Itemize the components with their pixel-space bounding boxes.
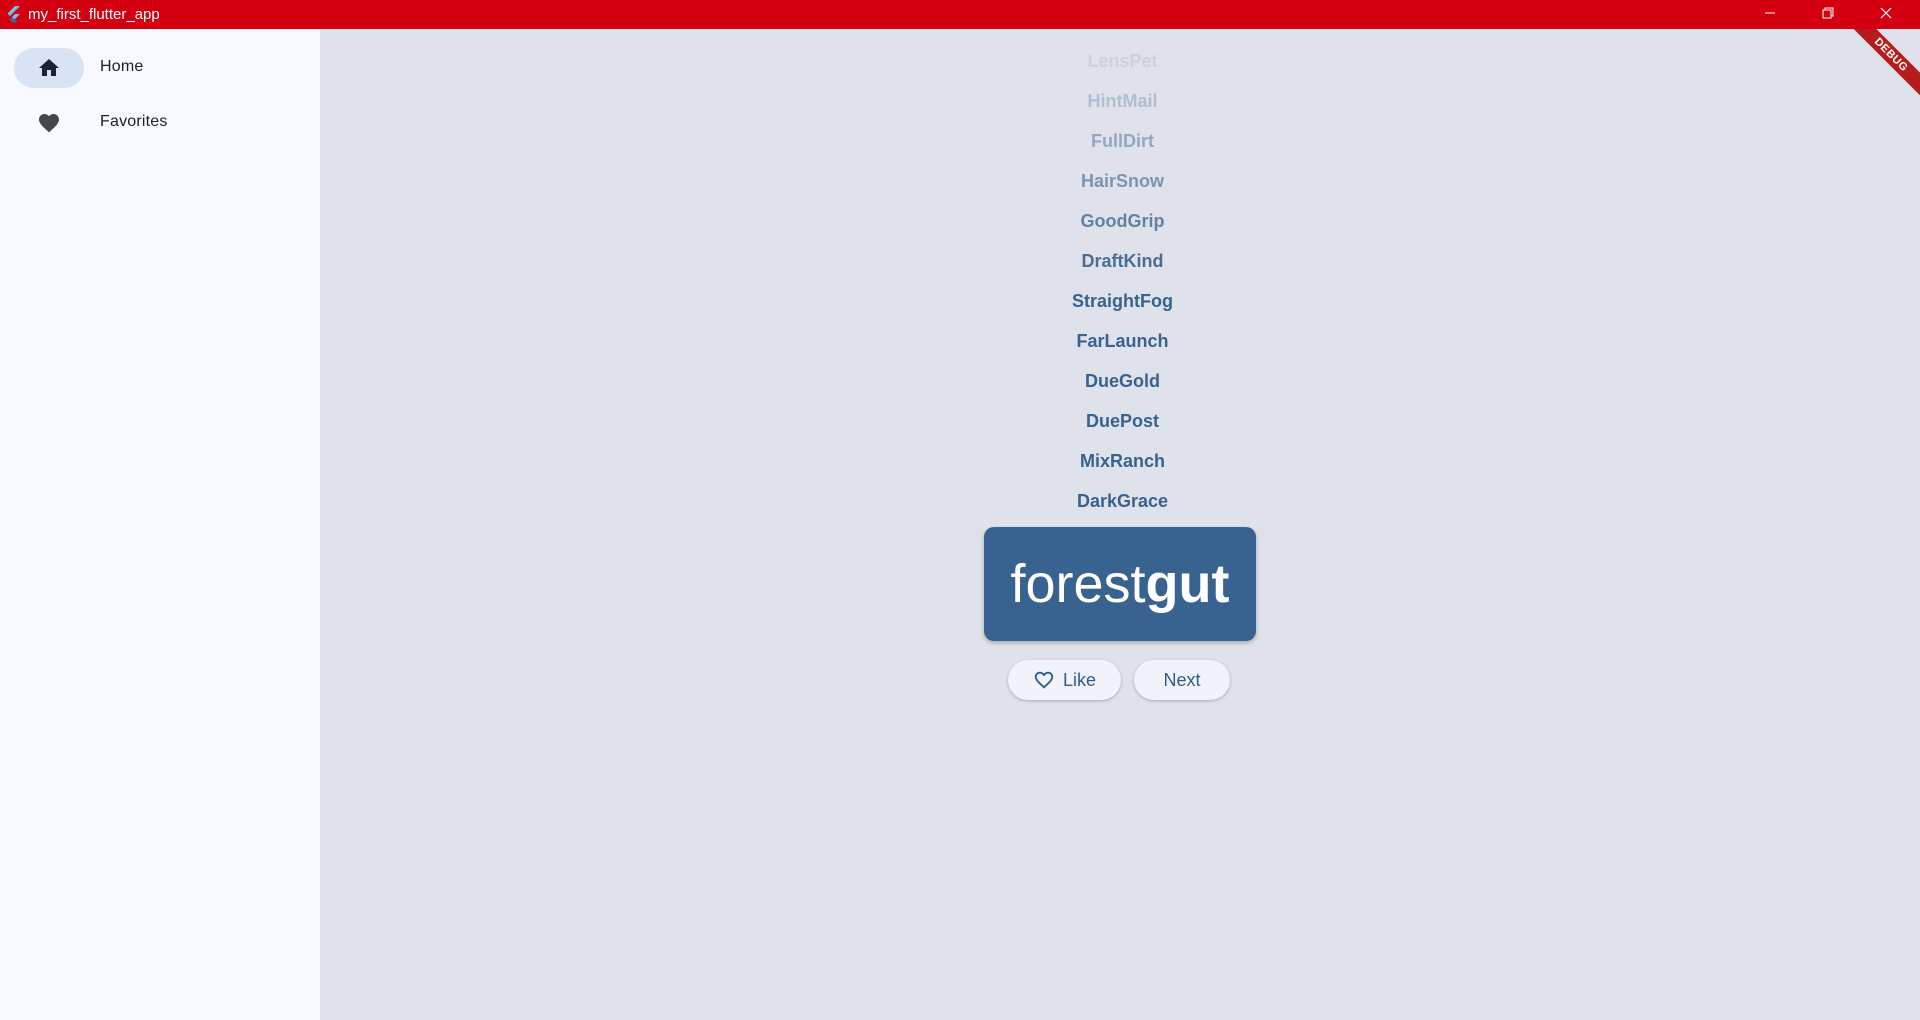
history-item[interactable]: DraftKind	[320, 241, 1920, 281]
sidebar-item-home[interactable]: Home	[0, 46, 320, 90]
generator-page: LensPet HintMail FullDirt HairSnow GoodG…	[320, 29, 1920, 1020]
title-bar: my_first_flutter_app	[0, 0, 1920, 29]
history-item[interactable]: LensPet	[320, 41, 1920, 81]
restore-button[interactable]	[1799, 0, 1857, 29]
minimize-icon	[1764, 6, 1776, 24]
heart-icon	[37, 111, 61, 135]
history-item[interactable]: MixRanch	[320, 441, 1920, 481]
history-item[interactable]: FarLaunch	[320, 321, 1920, 361]
history-item[interactable]: DarkGrace	[320, 481, 1920, 521]
history-item[interactable]: StraightFog	[320, 281, 1920, 321]
sidebar-item-favorites[interactable]: Favorites	[0, 101, 320, 145]
minimize-button[interactable]	[1741, 0, 1799, 29]
history-item[interactable]: DueGold	[320, 361, 1920, 401]
history-item[interactable]: FullDirt	[320, 121, 1920, 161]
like-label: Like	[1062, 669, 1097, 690]
debug-banner: DEBUG	[1840, 29, 1920, 109]
home-icon	[37, 56, 61, 80]
word-pair-card: forest gut	[984, 527, 1256, 641]
sidebar-item-label: Home	[100, 58, 144, 75]
history-item[interactable]: GoodGrip	[320, 201, 1920, 241]
navigation-rail: Home Favorites	[0, 29, 320, 1020]
flutter-logo-icon	[6, 6, 22, 24]
debug-ribbon-label: DEBUG	[1846, 29, 1920, 100]
heart-outline-icon	[1033, 669, 1055, 691]
close-button[interactable]	[1857, 0, 1915, 29]
history-item[interactable]: DuePost	[320, 401, 1920, 441]
history-item[interactable]: HairSnow	[320, 161, 1920, 201]
sidebar-item-label: Favorites	[100, 113, 168, 130]
restore-icon	[1822, 6, 1834, 24]
word-pair-second: gut	[1145, 554, 1230, 614]
window-title: my_first_flutter_app	[28, 6, 160, 23]
close-icon	[1880, 6, 1892, 24]
history-item[interactable]: HintMail	[320, 81, 1920, 121]
history-list: LensPet HintMail FullDirt HairSnow GoodG…	[320, 41, 1920, 521]
app-window: my_first_flutter_app Home Favorites Lens…	[0, 0, 1920, 1020]
word-pair-first: forest	[1010, 554, 1146, 614]
next-button[interactable]: Next	[1134, 660, 1230, 700]
next-label: Next	[1163, 669, 1201, 690]
like-button[interactable]: Like	[1008, 660, 1121, 700]
